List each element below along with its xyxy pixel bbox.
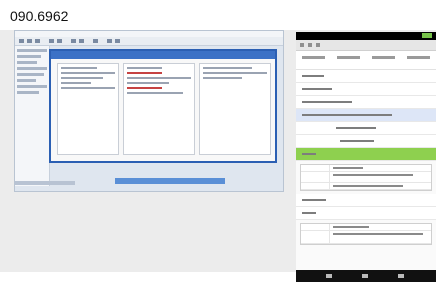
forward-icon [308, 43, 312, 47]
list-item [296, 207, 436, 220]
progress-indicator [115, 178, 225, 184]
toolbar-icon [35, 39, 40, 43]
image-caption: 090.6962 [10, 8, 69, 24]
toolbar-icon [71, 39, 76, 43]
toolbar-icon [79, 39, 84, 43]
project-tree-pane [15, 46, 50, 186]
toolbar [15, 37, 283, 46]
status-bar [15, 181, 75, 185]
info-table [300, 164, 432, 191]
list-item [296, 83, 436, 96]
recent-apps-icon [398, 274, 404, 278]
list-item [296, 194, 436, 207]
dialog-middle-column [123, 63, 195, 155]
dialog-window [49, 49, 277, 163]
phone-nav-row [296, 51, 436, 70]
desktop-app-screenshot [14, 30, 284, 192]
toolbar-icon [19, 39, 24, 43]
dialog-title-bar [51, 51, 275, 59]
browser-url-bar [296, 40, 436, 51]
info-table [300, 223, 432, 245]
list-item [296, 96, 436, 109]
toolbar-icon [27, 39, 32, 43]
toolbar-icon [115, 39, 120, 43]
list-item-highlight [296, 148, 436, 161]
mobile-app-screenshot [296, 32, 436, 282]
list-item [296, 70, 436, 83]
back-icon [326, 274, 332, 278]
toolbar-icon [57, 39, 62, 43]
toolbar-icon [107, 39, 112, 43]
toolbar-icon [49, 39, 54, 43]
dialog-right-column [199, 63, 271, 155]
toolbar-icon [93, 39, 98, 43]
phone-status-bar [296, 32, 436, 40]
list-item [296, 122, 436, 135]
back-icon [300, 43, 304, 47]
battery-icon [422, 33, 432, 38]
phone-nav-bar [296, 270, 436, 282]
list-item-selected [296, 109, 436, 122]
home-icon [362, 274, 368, 278]
list-item [296, 135, 436, 148]
dialog-left-column [57, 63, 119, 155]
refresh-icon [316, 43, 320, 47]
